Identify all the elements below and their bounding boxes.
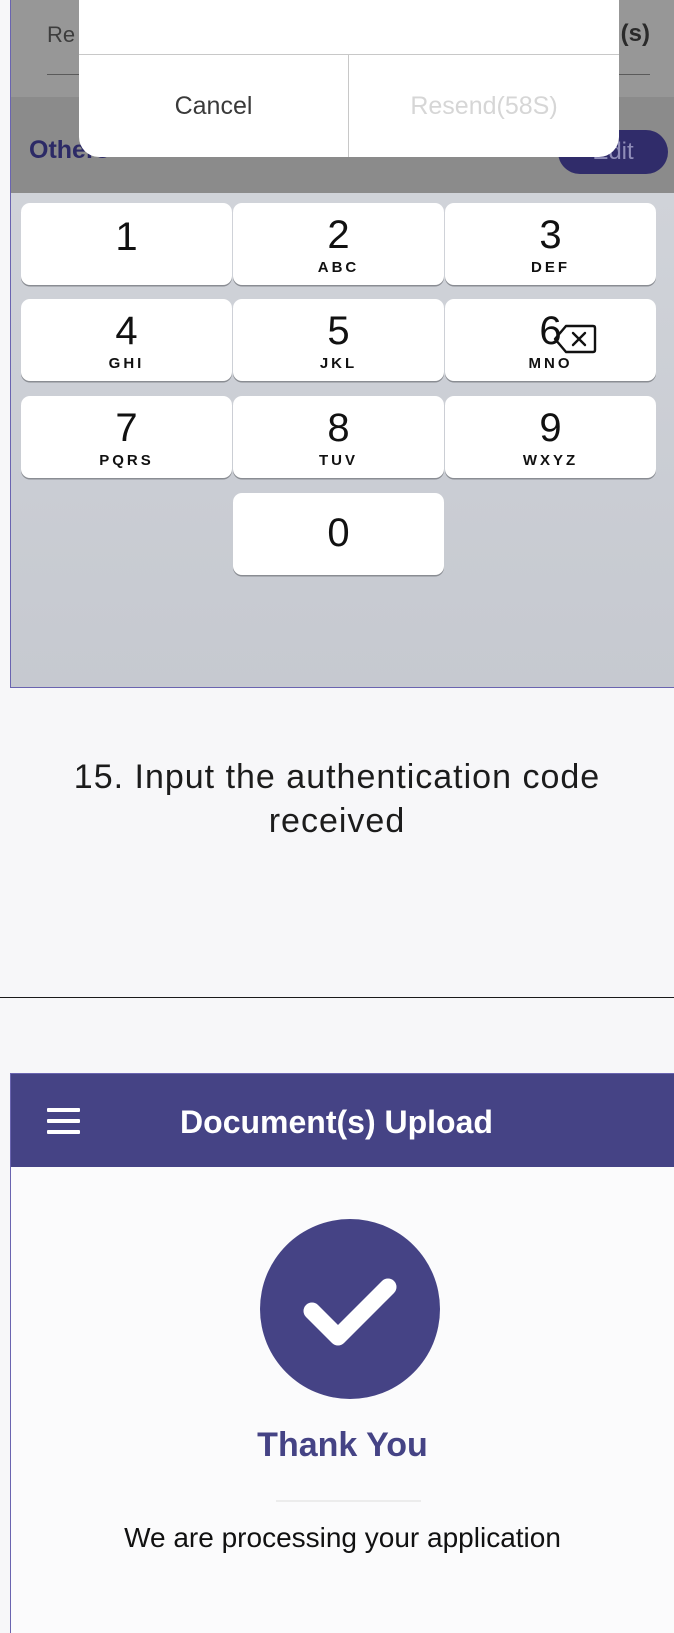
caption-line-2: received [268, 802, 406, 840]
key-letters: GHI [108, 355, 145, 372]
otp-dialog: Cancel Resend(58S) [79, 0, 619, 157]
key-letters: PQRS [99, 452, 154, 469]
numeric-keypad: 1 2 ABC 3 DEF 4 GHI 5 JKL 6 MNO 7 PQRS 8… [11, 193, 674, 687]
thank-you-heading: Thank You [257, 1426, 428, 1464]
key-3[interactable]: 3 DEF [445, 203, 656, 285]
key-digit: 0 [327, 511, 350, 555]
section-divider [0, 997, 674, 998]
background-field-suffix: (s) [620, 20, 650, 47]
upload-complete-screenshot: Document(s) Upload Thank You We are proc… [10, 1073, 674, 1633]
key-7[interactable]: 7 PQRS [21, 396, 232, 478]
key-digit: 2 [327, 213, 350, 257]
success-badge [260, 1219, 440, 1399]
key-1[interactable]: 1 [21, 203, 232, 285]
key-4[interactable]: 4 GHI [21, 299, 232, 381]
key-letters: DEF [531, 259, 570, 276]
key-digit: 5 [327, 309, 350, 353]
key-digit: 1 [115, 215, 138, 259]
key-2[interactable]: 2 ABC [233, 203, 444, 285]
key-digit: 6 [539, 309, 562, 353]
checkmark-icon [303, 1278, 397, 1346]
caption-line-1: 15. Input the authentication code [73, 758, 601, 796]
key-digit: 7 [115, 406, 138, 450]
key-letters: TUV [319, 452, 358, 469]
key-0[interactable]: 0 [233, 493, 444, 575]
key-8[interactable]: 8 TUV [233, 396, 444, 478]
cancel-button[interactable]: Cancel [79, 55, 349, 157]
key-letters: MNO [528, 355, 573, 372]
key-digit: 8 [327, 406, 350, 450]
otp-code-input[interactable] [79, 0, 619, 55]
otp-screen-screenshot: Re (s) Others Edit Cancel Resend(58S) 1 … [10, 0, 674, 688]
key-6[interactable]: 6 MNO [445, 299, 656, 381]
key-letters: ABC [317, 259, 360, 276]
app-bar: Document(s) Upload [11, 1074, 674, 1167]
heading-underline [276, 1500, 421, 1502]
key-9[interactable]: 9 WXYZ [445, 396, 656, 478]
processing-message: We are processing your application [124, 1522, 561, 1553]
key-5[interactable]: 5 JKL [233, 299, 444, 381]
background-field-label: Re [47, 22, 76, 47]
backspace-icon[interactable] [553, 324, 597, 354]
page-title-text: Document(s) Upload [180, 1104, 493, 1140]
resend-button[interactable]: Resend(58S) [349, 55, 619, 157]
page-title: Document(s) Upload [11, 1104, 674, 1141]
key-digit: 3 [539, 213, 562, 257]
key-digit: 9 [539, 406, 562, 450]
key-digit: 4 [115, 309, 138, 353]
key-letters: WXYZ [522, 452, 579, 469]
key-letters: JKL [319, 355, 358, 372]
step-caption: 15. Input the authentication code receiv… [0, 755, 674, 843]
